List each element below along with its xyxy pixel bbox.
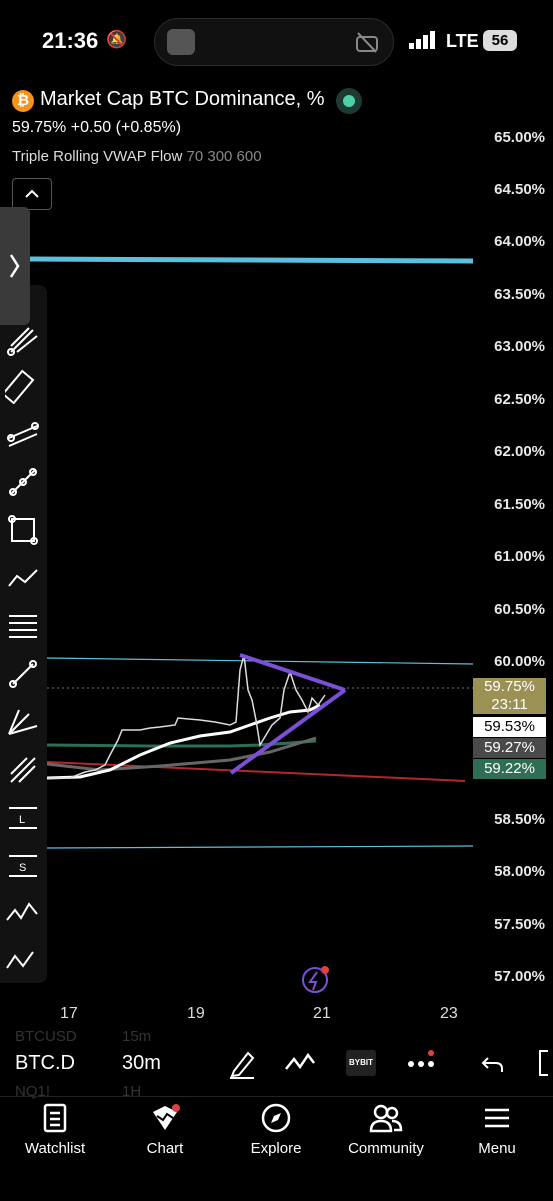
- tab-label: Explore: [250, 1140, 302, 1157]
- price-chart[interactable]: [0, 0, 553, 1000]
- y-tick: 64.00%: [494, 233, 545, 250]
- tab-chart[interactable]: Chart: [115, 1102, 215, 1157]
- x-tick: 19: [187, 1005, 205, 1022]
- gray-vwap-label: 59.27%: [473, 738, 546, 758]
- y-tick: 57.00%: [494, 968, 545, 985]
- indicators-icon[interactable]: [284, 1049, 316, 1077]
- bar-countdown: 23:11: [491, 696, 528, 713]
- long-position-icon[interactable]: L: [5, 800, 41, 836]
- tab-menu[interactable]: Menu: [447, 1102, 547, 1157]
- tab-label: Chart: [146, 1140, 184, 1157]
- white-vwap-label: 59.53%: [473, 717, 546, 737]
- chart-icon: [153, 1104, 180, 1130]
- watchlist-icon: [43, 1103, 67, 1133]
- undo-icon[interactable]: [480, 1050, 506, 1076]
- tab-explore[interactable]: Explore: [226, 1102, 326, 1157]
- triangle-upper-line[interactable]: [239, 653, 346, 692]
- chevron-right-icon: [9, 254, 20, 278]
- bybit-broker-button[interactable]: BYBIT: [346, 1050, 376, 1076]
- y-tick: 65.00%: [494, 129, 545, 146]
- menu-icon: [485, 1108, 509, 1128]
- parallel-channel-icon[interactable]: [5, 416, 41, 452]
- y-tick: 60.00%: [494, 653, 545, 670]
- tab-watchlist[interactable]: Watchlist: [5, 1102, 105, 1157]
- ghost-symbol: BTCUSD: [15, 1028, 77, 1045]
- short-position-icon[interactable]: S: [5, 848, 41, 884]
- y-tick: 61.00%: [494, 548, 545, 565]
- svg-text:L: L: [19, 814, 25, 826]
- tab-label: Watchlist: [24, 1140, 86, 1157]
- pencil-icon[interactable]: [226, 1047, 258, 1079]
- y-tick: 62.00%: [494, 443, 545, 460]
- x-tick: 17: [60, 1005, 78, 1022]
- toolbar-toggle-button[interactable]: [0, 207, 30, 325]
- green-vwap-label: 59.22%: [473, 759, 546, 779]
- svg-text:S: S: [19, 862, 26, 874]
- ghost-interval: 15m: [122, 1028, 152, 1045]
- fib-fan-icon[interactable]: [5, 704, 41, 740]
- y-tick: 58.50%: [494, 811, 545, 828]
- chart-bottom-bar: [0, 1030, 553, 1096]
- y-tick: 61.50%: [494, 496, 545, 513]
- y-tick: 63.50%: [494, 286, 545, 303]
- compass-icon: [261, 1103, 291, 1133]
- y-tick: 62.50%: [494, 391, 545, 408]
- horizontal-line-64[interactable]: [29, 256, 474, 264]
- interval-selector[interactable]: 30m: [122, 1052, 161, 1075]
- tab-label: Menu: [478, 1140, 516, 1157]
- trend-line-icon[interactable]: [5, 656, 41, 692]
- pitchfork-tool-icon[interactable]: [5, 322, 41, 358]
- more-options-icon[interactable]: [406, 1050, 438, 1074]
- path-tool-icon[interactable]: [5, 560, 41, 596]
- fullscreen-icon[interactable]: [536, 1048, 553, 1078]
- triangle-lower-line[interactable]: [229, 688, 347, 775]
- pitchfan-icon[interactable]: [5, 752, 41, 788]
- y-tick: 63.00%: [494, 338, 545, 355]
- white-vwap-line: [46, 703, 321, 780]
- x-tick: 21: [313, 1005, 331, 1022]
- ruler-tool-icon[interactable]: [5, 368, 41, 404]
- community-icon: [369, 1104, 403, 1133]
- abcd-pattern-icon[interactable]: [5, 940, 41, 976]
- x-tick: 23: [440, 1005, 458, 1022]
- rectangle-tool-icon[interactable]: [5, 512, 41, 548]
- candlestick-series: [47, 654, 326, 779]
- trend-angle-icon[interactable]: [5, 464, 41, 500]
- tab-label: Community: [348, 1140, 424, 1157]
- current-price-label: 59.75% 23:11: [473, 678, 546, 714]
- tab-community[interactable]: Community: [336, 1102, 436, 1157]
- y-tick: 57.50%: [494, 916, 545, 933]
- channel-lower-line[interactable]: [46, 845, 474, 849]
- elliott-wave-icon[interactable]: [5, 894, 41, 930]
- y-tick: 64.50%: [494, 181, 545, 198]
- fib-retracement-icon[interactable]: [5, 608, 41, 644]
- y-tick: 60.50%: [494, 601, 545, 618]
- current-price-value: 59.75%: [484, 678, 535, 695]
- y-tick: 58.00%: [494, 863, 545, 880]
- symbol-selector[interactable]: BTC.D: [15, 1052, 75, 1075]
